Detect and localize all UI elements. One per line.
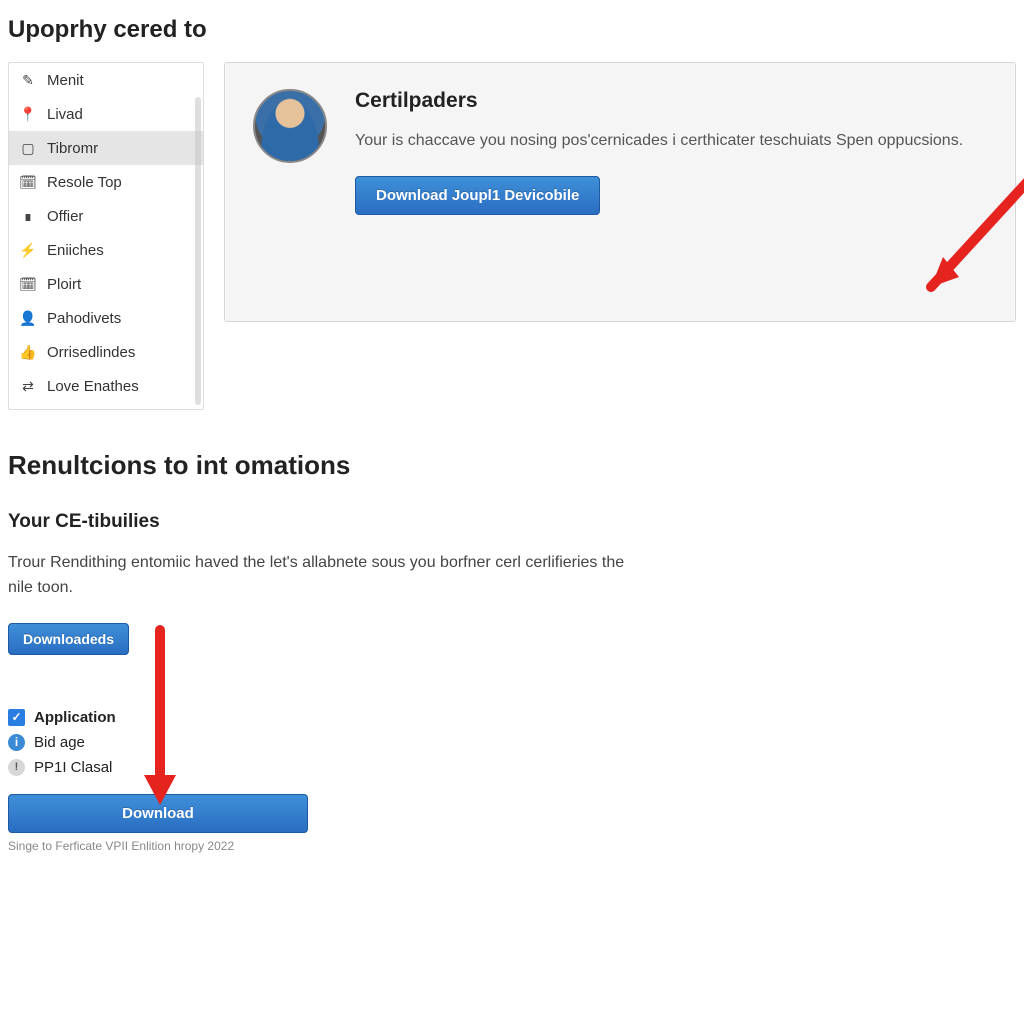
card-text: Your is chaccave you nosing pos'cernicad…	[355, 129, 987, 154]
certificate-card: Certilpaders Your is chaccave you nosing…	[224, 62, 1016, 322]
sidebar: ✎ Menit 📍 Livad ▢ Tibromr 🗓 Resole Top ∎ Offier ⚡ E…	[8, 62, 204, 410]
sidebar-item-label: Pahodivets	[47, 310, 121, 327]
sidebar-item-1[interactable]: 📍 Livad	[9, 97, 203, 131]
card-title: Certilpaders	[355, 89, 987, 113]
sidebar-item-label: Offier	[47, 208, 83, 225]
sidebar-item-label: Orrisedlindes	[47, 344, 135, 361]
sidebar-icon-0: ✎	[19, 71, 37, 89]
options-list: ✓ Application i Bid age! PP1I Clasal	[8, 709, 1016, 776]
sidebar-item-3[interactable]: 🗓 Resole Top	[9, 165, 203, 199]
sidebar-item-label: Menit	[47, 72, 84, 89]
sidebar-item-label: Tibromr	[47, 140, 98, 157]
sidebar-item-label: Resole Top	[47, 174, 122, 191]
section2-subtitle: Your CE-tibuilies	[8, 511, 1016, 533]
sidebar-icon-8: 👍	[19, 343, 37, 361]
sidebar-icon-5: ⚡	[19, 241, 37, 259]
download-devicobile-button[interactable]: Download Joupl1 Devicobile	[355, 176, 600, 215]
top-panel: ✎ Menit 📍 Livad ▢ Tibromr 🗓 Resole Top ∎ Offier ⚡ E…	[0, 62, 1024, 410]
avatar	[253, 89, 327, 163]
card-body: Certilpaders Your is chaccave you nosing…	[355, 89, 987, 215]
sidebar-item-7[interactable]: 👤 Pahodivets	[9, 301, 203, 335]
sidebar-item-2[interactable]: ▢ Tibromr	[9, 131, 203, 165]
sidebar-item-label: Livad	[47, 106, 83, 123]
check-icon: ✓	[8, 709, 25, 726]
section2-title: Renultcions to int omations	[8, 450, 1016, 481]
option-row-0[interactable]: ✓ Application	[8, 709, 1016, 726]
info-icon: i	[8, 734, 25, 751]
downloadeds-button[interactable]: Downloadeds	[8, 623, 129, 655]
sidebar-item-5[interactable]: ⚡ Eniiches	[9, 233, 203, 267]
option-label: PP1I Clasal	[34, 759, 112, 776]
page-title: Upoprhy cered to	[0, 0, 1024, 62]
sidebar-icon-4: ∎	[19, 207, 37, 225]
sidebar-item-label: Love Enathes	[47, 378, 139, 395]
option-label: Application	[34, 709, 116, 726]
sidebar-item-4[interactable]: ∎ Offier	[9, 199, 203, 233]
sidebar-icon-2: ▢	[19, 139, 37, 157]
option-row-1[interactable]: i Bid age	[8, 734, 1016, 751]
sidebar-item-8[interactable]: 👍 Orrisedlindes	[9, 335, 203, 369]
lower-section: Renultcions to int omations Your CE-tibu…	[0, 410, 1024, 853]
sidebar-icon-9: ⇄	[19, 377, 37, 395]
option-row-2[interactable]: ! PP1I Clasal	[8, 759, 1016, 776]
download-button[interactable]: Download	[8, 794, 308, 833]
sidebar-icon-3: 🗓	[19, 173, 37, 191]
sidebar-item-0[interactable]: ✎ Menit	[9, 63, 203, 97]
sidebar-item-6[interactable]: 🗓 Ploirt	[9, 267, 203, 301]
sidebar-item-label: Ploirt	[47, 276, 81, 293]
section2-text: Trour Rendithing entomiic haved the let'…	[8, 551, 628, 601]
option-label: Bid age	[34, 734, 85, 751]
sidebar-icon-7: 👤	[19, 309, 37, 327]
sidebar-icon-6: 🗓	[19, 275, 37, 293]
warn-icon: !	[8, 759, 25, 776]
footnote: Singe to Ferficate VPII Enlition hropy 2…	[8, 839, 1016, 853]
sidebar-icon-1: 📍	[19, 105, 37, 123]
sidebar-item-9[interactable]: ⇄ Love Enathes	[9, 369, 203, 403]
sidebar-item-label: Eniiches	[47, 242, 104, 259]
